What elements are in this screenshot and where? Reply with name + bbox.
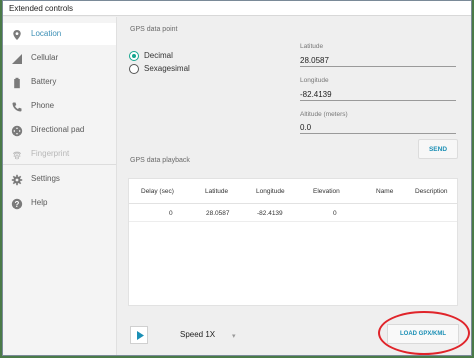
sidebar: Location Cellular Battery Phone Directio…	[3, 17, 117, 355]
play-icon	[137, 331, 144, 340]
column-header-name: Name	[376, 188, 394, 195]
sidebar-item-label: Cellular	[31, 53, 59, 62]
sidebar-item-fingerprint[interactable]: Fingerprint	[3, 143, 116, 165]
sidebar-item-help[interactable]: ? Help	[3, 192, 116, 214]
cell-delay: 0	[169, 210, 173, 217]
gps-data-playback-label: GPS data playback	[130, 157, 190, 164]
sidebar-item-location[interactable]: Location	[3, 23, 116, 45]
cell-longitude: -82.4139	[257, 210, 283, 217]
sidebar-item-settings[interactable]: Settings	[3, 168, 116, 190]
battery-icon	[11, 76, 23, 89]
latitude-label: Latitude	[300, 43, 324, 50]
sidebar-item-label: Phone	[31, 101, 55, 110]
location-pin-icon	[11, 28, 23, 40]
cell-elevation: 0	[333, 210, 337, 217]
latitude-field[interactable]	[300, 54, 456, 67]
column-header-elevation: Elevation	[313, 188, 340, 195]
send-button[interactable]: SEND	[418, 139, 458, 159]
sidebar-item-phone[interactable]: Phone	[3, 95, 116, 117]
column-header-description: Description	[415, 188, 448, 195]
phone-icon	[11, 100, 23, 112]
radio-checked-icon	[129, 51, 139, 61]
window-title: Extended controls	[3, 1, 471, 16]
sidebar-item-label: Directional pad	[31, 125, 85, 134]
sidebar-item-label: Help	[31, 198, 48, 207]
speed-dropdown[interactable]: Speed 1X ▾	[180, 330, 238, 342]
longitude-label: Longitude	[300, 77, 329, 84]
table-header-divider	[129, 203, 457, 204]
column-header-latitude: Latitude	[205, 188, 229, 195]
fingerprint-icon	[11, 148, 23, 160]
svg-text:?: ?	[15, 200, 20, 209]
play-button[interactable]	[130, 326, 148, 344]
highlight-circle	[378, 311, 470, 355]
help-icon: ?	[11, 197, 23, 210]
dpad-icon	[11, 124, 23, 137]
column-header-delay: Delay (sec)	[141, 188, 174, 195]
table-row-divider	[129, 221, 457, 222]
sidebar-item-label: Settings	[31, 174, 60, 183]
gear-icon	[11, 173, 23, 186]
sidebar-divider	[3, 164, 116, 165]
playback-table: Delay (sec) Latitude Longitude Elevation…	[128, 178, 458, 306]
sidebar-item-label: Fingerprint	[31, 149, 70, 158]
cell-latitude: 28.0587	[206, 210, 230, 217]
signal-icon	[11, 52, 23, 64]
sidebar-item-label: Location	[31, 29, 62, 38]
speed-value: Speed 1X	[180, 330, 216, 339]
altitude-field[interactable]	[300, 121, 456, 134]
sidebar-item-battery[interactable]: Battery	[3, 71, 116, 93]
sidebar-item-label: Battery	[31, 77, 57, 86]
longitude-field[interactable]	[300, 88, 456, 101]
radio-unchecked-icon	[129, 64, 139, 74]
gps-data-point-label: GPS data point	[130, 26, 178, 33]
chevron-down-icon: ▾	[232, 333, 236, 340]
sidebar-item-directional-pad[interactable]: Directional pad	[3, 119, 116, 141]
sidebar-item-cellular[interactable]: Cellular	[3, 47, 116, 69]
altitude-label: Altitude (meters)	[300, 111, 348, 118]
column-header-longitude: Longitude	[256, 188, 285, 195]
